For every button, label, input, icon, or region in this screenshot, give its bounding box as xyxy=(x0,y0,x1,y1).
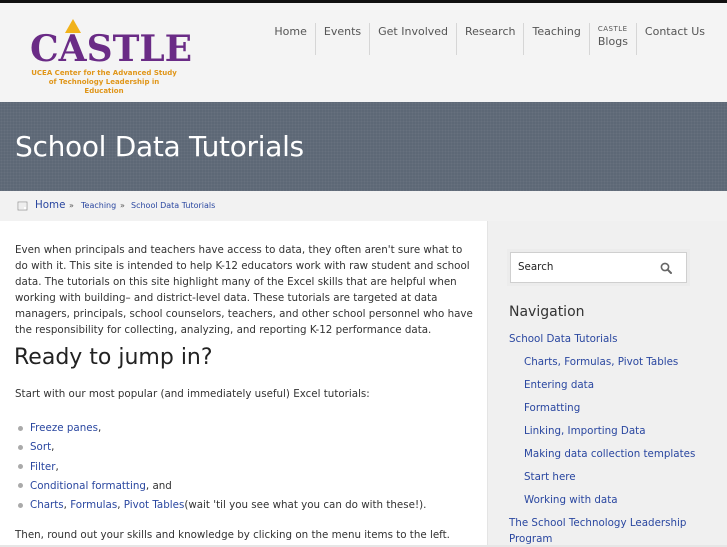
sidebar-nav: School Data Tutorials Charts, Formulas, … xyxy=(509,331,714,547)
nav-castle-blogs[interactable]: CASTLE Blogs xyxy=(588,23,636,55)
tutorial-list: Freeze panes, Sort, Filter, Conditional … xyxy=(18,419,426,515)
site-header: CASTLE UCEA Center for the Advanced Stud… xyxy=(0,3,727,102)
link-charts[interactable]: Charts xyxy=(30,499,64,511)
sidebar-item-school-tech-leadership[interactable]: The School Technology Leadership Program xyxy=(509,515,714,547)
sidebar-item-formatting[interactable]: Formatting xyxy=(509,400,714,423)
link-freeze-panes[interactable]: Freeze panes xyxy=(30,422,98,434)
nav-home[interactable]: Home xyxy=(266,23,314,55)
logo-wordmark: CASTLE xyxy=(30,28,193,70)
sidebar: Search Navigation School Data Tutorials … xyxy=(487,221,727,545)
sidebar-item-school-data-tutorials[interactable]: School Data Tutorials xyxy=(509,331,714,354)
nav-research[interactable]: Research xyxy=(456,23,523,55)
nav-get-involved[interactable]: Get Involved xyxy=(369,23,456,55)
link-pivot-tables[interactable]: Pivot Tables xyxy=(124,499,185,511)
page-hero: School Data Tutorials xyxy=(0,102,727,191)
logo-subtitle-line1: UCEA Center for the Advanced Study xyxy=(31,69,177,77)
list-comma: , xyxy=(55,460,59,473)
nav-teaching[interactable]: Teaching xyxy=(523,23,588,55)
nav-castle-blogs-label: Blogs xyxy=(597,35,628,49)
link-conditional-formatting[interactable]: Conditional formatting xyxy=(30,480,146,492)
link-filter[interactable]: Filter xyxy=(30,461,56,473)
list-item: Filter, xyxy=(18,458,426,477)
list-and: and xyxy=(152,479,172,492)
section-heading: Ready to jump in? xyxy=(14,345,213,370)
search-icon[interactable] xyxy=(660,262,672,274)
nav-get-involved-label: Get Involved xyxy=(378,25,449,38)
nav-research-label: Research xyxy=(465,25,516,38)
sidebar-item-entering-data[interactable]: Entering data xyxy=(509,377,714,400)
nav-teaching-label: Teaching xyxy=(532,25,581,38)
breadcrumb-home[interactable]: Home xyxy=(35,199,65,211)
sidebar-item-start-here[interactable]: Start here xyxy=(509,469,714,492)
sidebar-item-charts-formulas-pivot[interactable]: Charts, Formulas, Pivot Tables xyxy=(509,354,714,377)
list-comma: , xyxy=(51,441,55,454)
link-formulas[interactable]: Formulas xyxy=(70,499,117,511)
lead-paragraph: Start with our most popular (and immedia… xyxy=(15,388,370,400)
list-item: Conditional formatting, and xyxy=(18,477,426,496)
nav-contact-us-label: Contact Us xyxy=(644,25,705,38)
breadcrumb-separator: » xyxy=(120,201,125,210)
page-title: School Data Tutorials xyxy=(15,130,304,163)
search-input[interactable]: Search xyxy=(518,261,553,273)
intro-paragraph: Even when principals and teachers have a… xyxy=(15,244,473,336)
link-sort[interactable]: Sort xyxy=(30,441,51,453)
main-nav: Home Events Get Involved Research Teachi… xyxy=(266,23,713,55)
list-item: Sort, xyxy=(18,438,426,457)
sidebar-item-working-with-data[interactable]: Working with data xyxy=(509,492,714,515)
outro-paragraph: Then, round out your skills and knowledg… xyxy=(15,529,450,541)
nav-contact-us[interactable]: Contact Us xyxy=(635,23,713,55)
nav-events-label: Events xyxy=(323,25,362,38)
castle-logo[interactable]: CASTLE UCEA Center for the Advanced Stud… xyxy=(28,17,192,95)
search-box[interactable]: Search xyxy=(510,252,687,283)
breadcrumb-current[interactable]: School Data Tutorials xyxy=(131,201,215,210)
main-content: Even when principals and teachers have a… xyxy=(0,221,487,545)
breadcrumb: Home » Teaching » School Data Tutorials xyxy=(0,191,727,221)
bullet-icon xyxy=(18,425,23,431)
home-page-icon xyxy=(17,201,28,211)
bullet-icon xyxy=(18,502,23,508)
bullet-icon xyxy=(18,444,23,450)
sidebar-item-data-collection-templates[interactable]: Making data collection templates xyxy=(509,446,714,469)
list-tail: (wait 'til you see what you can do with … xyxy=(184,499,427,512)
navigation-title: Navigation xyxy=(509,304,585,320)
sidebar-item-linking-importing[interactable]: Linking, Importing Data xyxy=(509,423,714,446)
nav-events[interactable]: Events xyxy=(314,23,369,55)
logo-subtitle-line2: of Technology Leadership in Education xyxy=(48,78,160,95)
bullet-icon xyxy=(18,483,23,489)
list-comma: , xyxy=(97,422,102,434)
breadcrumb-teaching[interactable]: Teaching xyxy=(81,201,116,210)
bullet-icon xyxy=(18,464,23,470)
list-item: Charts, Formulas, Pivot Tables(wait 'til… xyxy=(18,496,426,515)
nav-home-label: Home xyxy=(274,25,307,38)
logo-subtitle: UCEA Center for the Advanced Study of Te… xyxy=(28,69,180,96)
breadcrumb-separator: » xyxy=(69,201,74,210)
nav-castle-blogs-small: CASTLE xyxy=(597,25,628,33)
list-item: Freeze panes, xyxy=(18,419,426,438)
